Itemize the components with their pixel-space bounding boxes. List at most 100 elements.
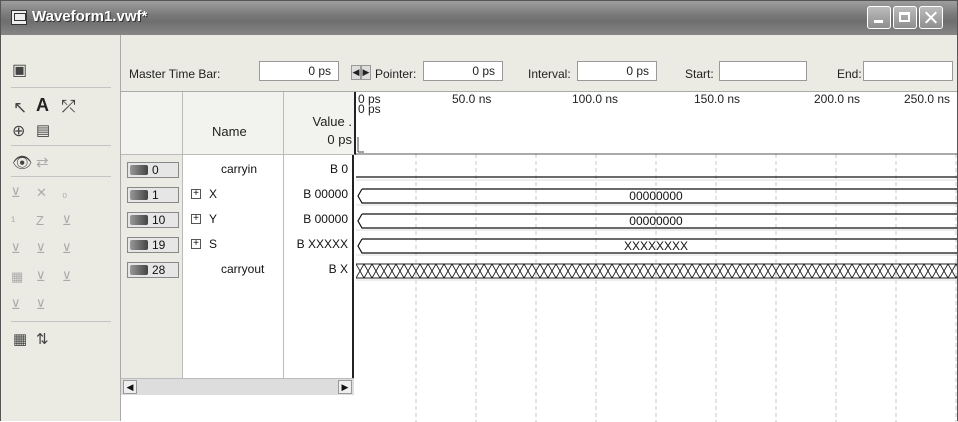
pin-badge[interactable]: 0 (127, 162, 179, 178)
pin-badge[interactable]: 1 (127, 187, 179, 203)
unknown-waveform (883, 263, 893, 279)
overwrite-uninitialized-icon[interactable]: ✕ (36, 185, 47, 201)
signal-name-row[interactable]: + X (183, 185, 284, 205)
unknown-waveform (659, 263, 669, 279)
pin-icon (130, 190, 148, 200)
close-button[interactable] (919, 6, 943, 29)
unknown-waveform (499, 263, 509, 279)
overwrite-dont-care-icon[interactable]: ⊻ (36, 241, 46, 257)
end-value[interactable] (863, 61, 953, 81)
unknown-waveform (547, 263, 557, 279)
unknown-waveform (731, 263, 741, 279)
timing-display[interactable]: 0 ps 00000000 00000000 XXXXXXXX 0 ps 50.0 n… (356, 92, 957, 422)
unknown-waveform (387, 263, 397, 279)
snap-to-grid-icon[interactable]: ▦ (13, 330, 27, 348)
unknown-waveform (667, 263, 677, 279)
overwrite-high-impedance-icon[interactable]: Z (36, 213, 44, 228)
scroll-left-button[interactable]: ◀ (123, 380, 137, 394)
overwrite-low-icon[interactable]: ₀ (62, 185, 67, 200)
unknown-waveform (939, 263, 949, 279)
find-icon[interactable]: 👁 (12, 153, 32, 173)
master-time-value[interactable]: 0 ps (259, 61, 339, 81)
unknown-waveform (571, 263, 581, 279)
random-values-icon[interactable]: ⊻ (36, 297, 46, 313)
unknown-waveform (356, 263, 365, 279)
overwrite-high-icon[interactable]: ¹ (11, 213, 15, 228)
pin-item[interactable]: 19 (121, 235, 183, 255)
pin-item[interactable]: 28 (121, 260, 183, 280)
title-bar[interactable]: Waveform1.vwf* (1, 1, 957, 35)
overwrite-random-icon[interactable]: ⊻ (62, 241, 72, 257)
expand-icon[interactable]: + (191, 239, 201, 249)
unknown-waveform (627, 263, 637, 279)
signal-name: carryin (221, 162, 258, 176)
unknown-waveform (467, 263, 477, 279)
unknown-waveform (827, 263, 837, 279)
unknown-waveform (915, 263, 925, 279)
value-header[interactable]: Value . 0 ps (284, 92, 356, 155)
replace-icon[interactable]: ⇄ (36, 153, 49, 171)
pin-item[interactable]: 0 (121, 160, 183, 180)
unknown-waveform (691, 263, 701, 279)
unknown-waveform (523, 263, 533, 279)
name-header[interactable]: Name (183, 92, 284, 155)
previous-transition-button[interactable]: ◀ (351, 65, 361, 80)
unknown-waveform (603, 263, 613, 279)
waveform-window: Waveform1.vwf* ▣ ↖ A ⤱ ⊕ ▤ 👁 ⇄ ⊻ ✕ ₀ ¹ Z… (0, 0, 958, 422)
maximize-button[interactable] (893, 6, 917, 29)
time-tick-label: 50.0 ns (452, 92, 492, 106)
signal-value: B 00000 (303, 187, 348, 201)
signal-name: S (209, 237, 218, 251)
horizontal-scrollbar[interactable]: ◀ ▶ (121, 378, 354, 395)
pin-badge[interactable]: 10 (127, 212, 179, 228)
selection-tool-icon[interactable]: ↖ (13, 98, 27, 118)
pin-badge[interactable]: 28 (127, 262, 179, 278)
zoom-tool-icon[interactable]: ⊕ (12, 121, 25, 141)
scroll-right-button[interactable]: ▶ (338, 380, 352, 394)
pin-item[interactable]: 10 (121, 210, 183, 230)
waveform-editor-menu-icon[interactable]: ▣ (12, 60, 27, 80)
invert-icon[interactable]: ▦ (11, 269, 23, 285)
pin-item[interactable]: 1 (121, 185, 183, 205)
start-value[interactable] (719, 61, 807, 81)
overwrite-unknown-icon[interactable]: ⊻ (11, 185, 21, 201)
unknown-waveform (779, 263, 789, 279)
window-icon (11, 10, 27, 25)
unknown-waveform (947, 263, 957, 279)
unknown-waveform (643, 263, 653, 279)
signal-name-row[interactable]: + Y (183, 210, 284, 230)
master-time-bar-label: Master Time Bar: (129, 67, 221, 81)
time-tick-label: 0 ps (358, 92, 381, 106)
signal-name-row[interactable]: carryin (183, 160, 284, 180)
waveform-editing-tool-icon[interactable]: ⤱ (62, 97, 76, 117)
unknown-waveform (923, 263, 933, 279)
overwrite-weak-high-icon[interactable]: ⊻ (11, 241, 21, 257)
text-tool-icon[interactable]: A (36, 95, 49, 116)
unknown-waveform (723, 263, 733, 279)
unknown-waveform (379, 263, 389, 279)
signal-name-row[interactable]: + S (183, 235, 284, 255)
count-value-icon[interactable]: ⊻ (36, 269, 46, 285)
unknown-waveform (459, 263, 469, 279)
interval-value: 0 ps (577, 61, 657, 81)
next-transition-button[interactable]: ▶ (361, 65, 371, 80)
window-title: Waveform1.vwf* (32, 8, 148, 25)
signal-value-row: B 00000 (284, 210, 354, 230)
full-screen-icon[interactable]: ▤ (36, 121, 50, 139)
expand-icon[interactable]: + (191, 189, 201, 199)
minimize-button[interactable] (867, 6, 891, 29)
unknown-waveform (635, 263, 645, 279)
bus-value-label: XXXXXXXX (624, 239, 688, 253)
unknown-waveform (859, 263, 869, 279)
sort-icon[interactable]: ⇅ (36, 330, 49, 348)
expand-icon[interactable]: + (191, 214, 201, 224)
unknown-waveform (675, 263, 685, 279)
overwrite-weak-low-icon[interactable]: ⊻ (62, 213, 72, 229)
waveform-canvas: 00000000 00000000 XXXXXXXX (356, 137, 957, 422)
signal-name-row[interactable]: carryout (183, 260, 284, 280)
pin-badge[interactable]: 19 (127, 237, 179, 253)
unknown-waveform (763, 263, 773, 279)
overwrite-clock-icon[interactable]: ⊻ (62, 269, 72, 285)
waveform-toolbar: ▣ ↖ A ⤱ ⊕ ▤ 👁 ⇄ ⊻ ✕ ₀ ¹ Z ⊻ ⊻ ⊻ ⊻ ▦ ⊻ ⊻ … (1, 35, 121, 421)
arbitrary-value-icon[interactable]: ⊻ (11, 297, 21, 313)
